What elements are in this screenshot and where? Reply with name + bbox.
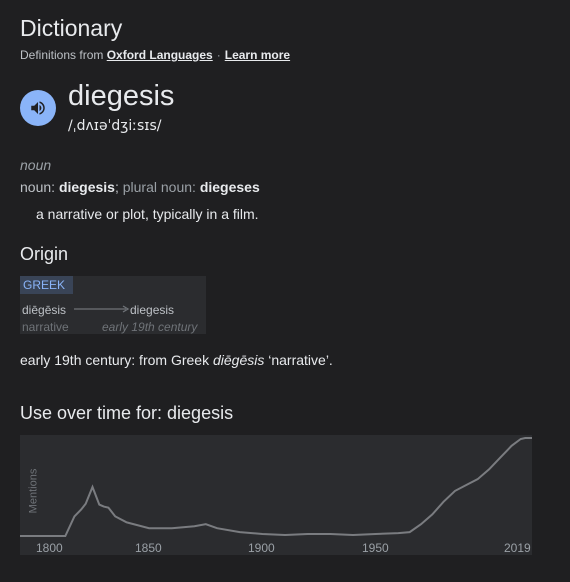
pronunciation-button[interactable] (20, 90, 56, 126)
plural-word: diegeses (199, 179, 260, 195)
volume-icon (31, 101, 45, 115)
source-word: diēgēsis (22, 303, 67, 317)
target-word: diegesis (130, 303, 175, 317)
headword: diegesis (68, 80, 175, 112)
usage-chart-svg (20, 437, 532, 537)
panel-title: Dictionary (20, 15, 123, 41)
word-forms: noun: diegesis; plural noun: diegeses (20, 179, 260, 195)
forms-prefix: noun: (20, 179, 56, 195)
x-tick-1900: 1900 (248, 541, 275, 555)
source-line: Definitions from Oxford Languages · Learn … (20, 48, 290, 62)
usage-area (20, 438, 532, 536)
x-tick-1950: 1950 (362, 541, 389, 555)
source-prefix: Definitions from (20, 48, 104, 62)
source-gloss: narrative (22, 320, 69, 334)
origin-text-start: early 19th century: from Greek (20, 352, 213, 368)
forms-separator: ; (114, 179, 119, 195)
plural-label: plural noun: (122, 179, 196, 195)
language-tag: GREEK (20, 276, 73, 294)
part-of-speech: noun (20, 157, 52, 173)
x-tick-1850: 1850 (135, 541, 162, 555)
x-tick-1800: 1800 (36, 541, 63, 555)
usage-heading: Use over time for: diegesis (20, 403, 234, 423)
origin-heading: Origin (20, 244, 69, 264)
learn-more-link[interactable]: Learn more (225, 48, 290, 62)
origin-text-end: ‘narrative’. (264, 352, 333, 368)
arrow-right-icon (74, 305, 130, 313)
phonetic-spelling: /ˌdʌɪəˈdʒiːsɪs/ (68, 118, 162, 134)
forms-word: diegesis (58, 179, 115, 195)
etymology-diagram: GREEK diēgēsis narrative diegesis early … (20, 276, 206, 334)
origin-text: early 19th century: from Greek diēgēsis … (20, 352, 333, 368)
origin-text-greek: diēgēsis (212, 352, 265, 368)
separator-dot: · (216, 48, 221, 62)
oxford-languages-link[interactable]: Oxford Languages (107, 48, 213, 62)
definition: a narrative or plot, typically in a film… (36, 206, 259, 222)
x-tick-2019: 2019 (504, 541, 531, 555)
target-date: early 19th century (102, 320, 198, 334)
usage-chart: Mentions 1800 1850 1900 1950 2019 (20, 435, 532, 555)
